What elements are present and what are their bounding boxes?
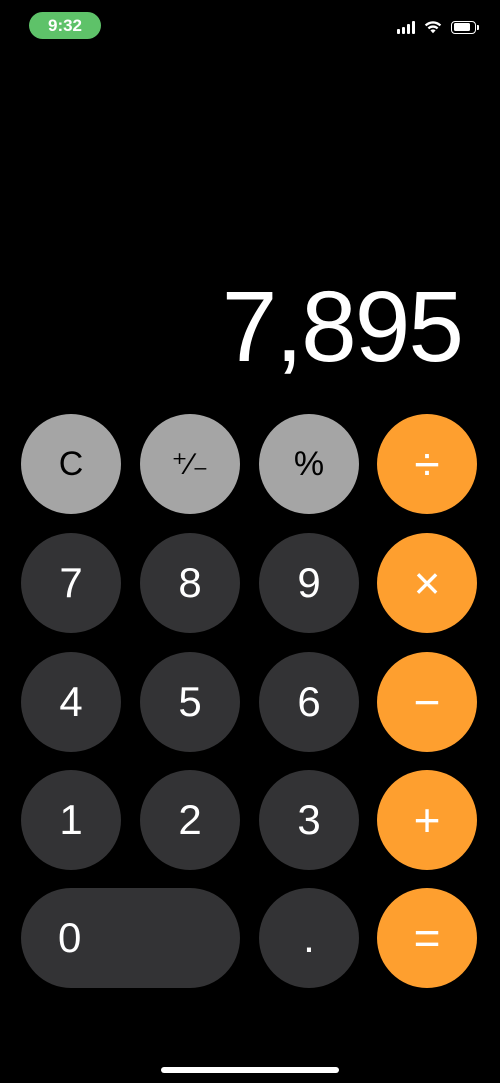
plus-minus-icon: ⁺∕₋ xyxy=(171,447,209,481)
digit-1-button[interactable]: 1 xyxy=(21,770,121,870)
digit-8-button[interactable]: 8 xyxy=(140,533,240,633)
status-time[interactable]: 9:32 xyxy=(29,12,101,39)
sign-toggle-button[interactable]: ⁺∕₋ xyxy=(140,414,240,514)
digit-7-button[interactable]: 7 xyxy=(21,533,121,633)
divide-button[interactable]: ÷ xyxy=(377,414,477,514)
clear-button[interactable]: C xyxy=(21,414,121,514)
add-button[interactable]: + xyxy=(377,770,477,870)
battery-icon xyxy=(451,20,479,34)
percent-button[interactable]: % xyxy=(259,414,359,514)
subtract-button[interactable]: − xyxy=(377,652,477,752)
multiply-button[interactable]: × xyxy=(377,533,477,633)
signal-icon xyxy=(397,20,415,34)
digit-5-button[interactable]: 5 xyxy=(140,652,240,752)
digit-9-button[interactable]: 9 xyxy=(259,533,359,633)
equals-button[interactable]: = xyxy=(377,888,477,988)
digit-2-button[interactable]: 2 xyxy=(140,770,240,870)
wifi-icon xyxy=(424,21,442,34)
digit-0-button[interactable]: 0 xyxy=(21,888,240,988)
digit-3-button[interactable]: 3 xyxy=(259,770,359,870)
result-display: 7,895 xyxy=(221,271,464,383)
digit-4-button[interactable]: 4 xyxy=(21,652,121,752)
decimal-button[interactable]: . xyxy=(259,888,359,988)
status-bar: 9:32 xyxy=(0,0,500,50)
status-icons xyxy=(397,17,479,37)
digit-6-button[interactable]: 6 xyxy=(259,652,359,752)
home-indicator[interactable] xyxy=(161,1067,339,1073)
